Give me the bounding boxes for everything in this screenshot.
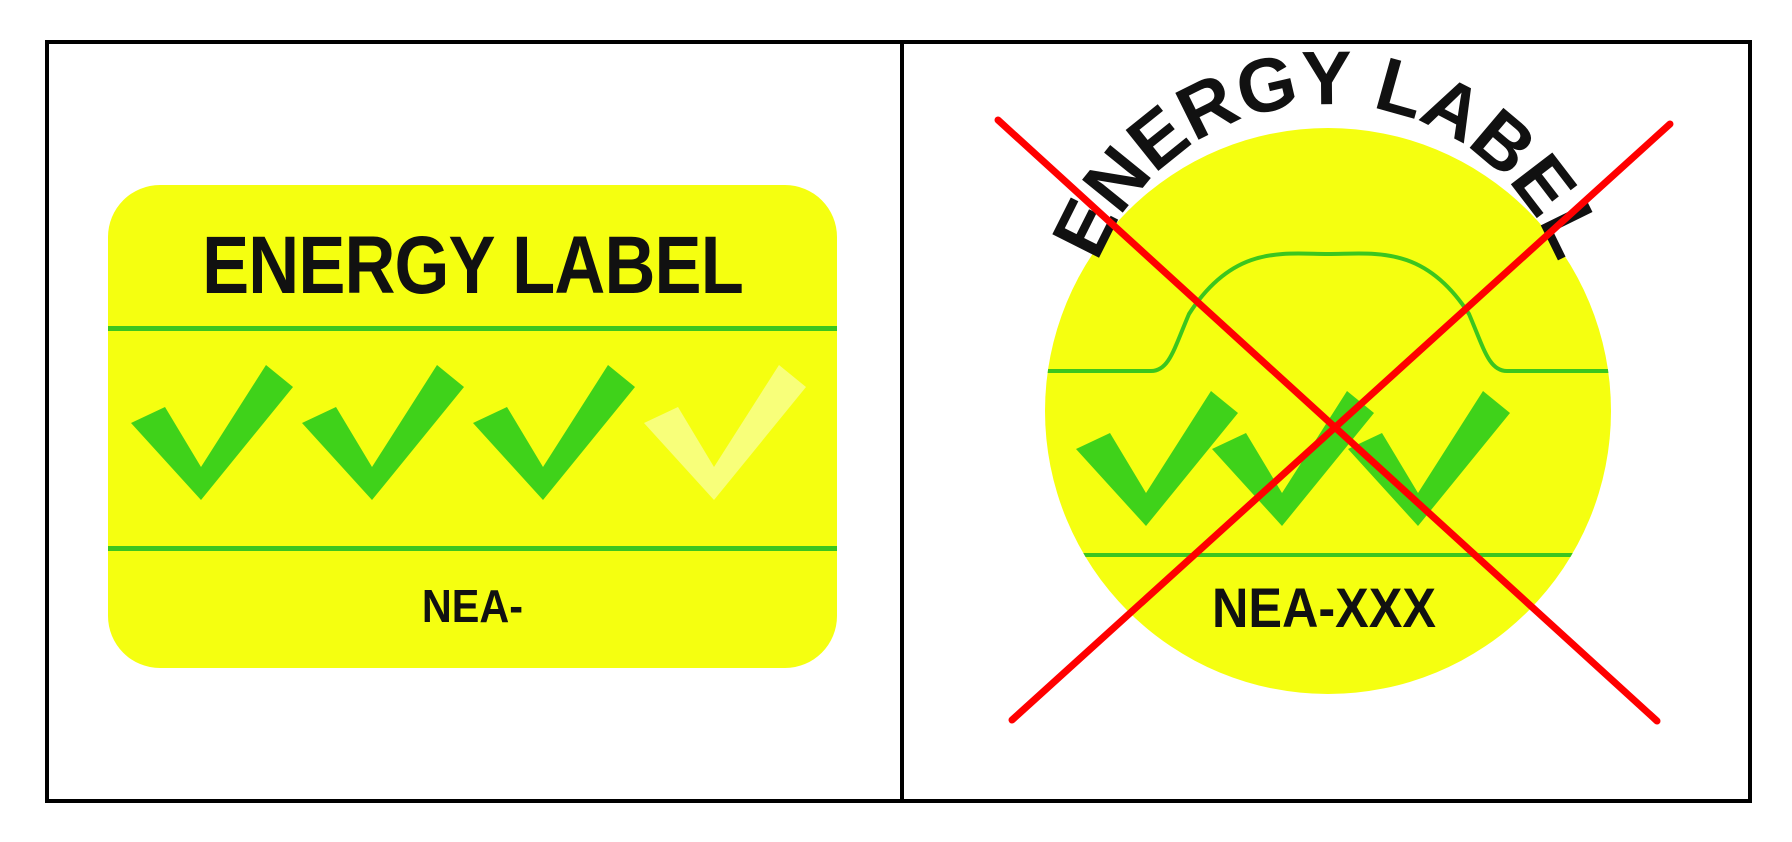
label-code: NEA- — [421, 580, 524, 632]
tick-icon-3 — [473, 365, 635, 500]
label-top-divider — [108, 326, 837, 331]
round-energy-label: ENERGY LABEL — [994, 44, 1674, 725]
comparison-frame: ENERGY LABEL NEA- ENERGY LABEL NEA-XXX — [45, 40, 1752, 803]
label-title: ENERGY LABEL — [202, 220, 744, 311]
tick-icon-2 — [302, 365, 464, 500]
panel-correct-label: ENERGY LABEL NEA- — [49, 44, 900, 799]
round-label-code: NEA-XXX — [1211, 576, 1437, 639]
tick-icon-4-faded — [644, 365, 806, 500]
panel-incorrect-label: ENERGY LABEL NEA-XXX — [904, 44, 1748, 799]
tick-rating-row — [131, 365, 806, 500]
tick-icon-1 — [131, 365, 293, 500]
rectangular-energy-label: ENERGY LABEL NEA- — [108, 185, 837, 668]
label-bottom-divider — [108, 546, 837, 551]
